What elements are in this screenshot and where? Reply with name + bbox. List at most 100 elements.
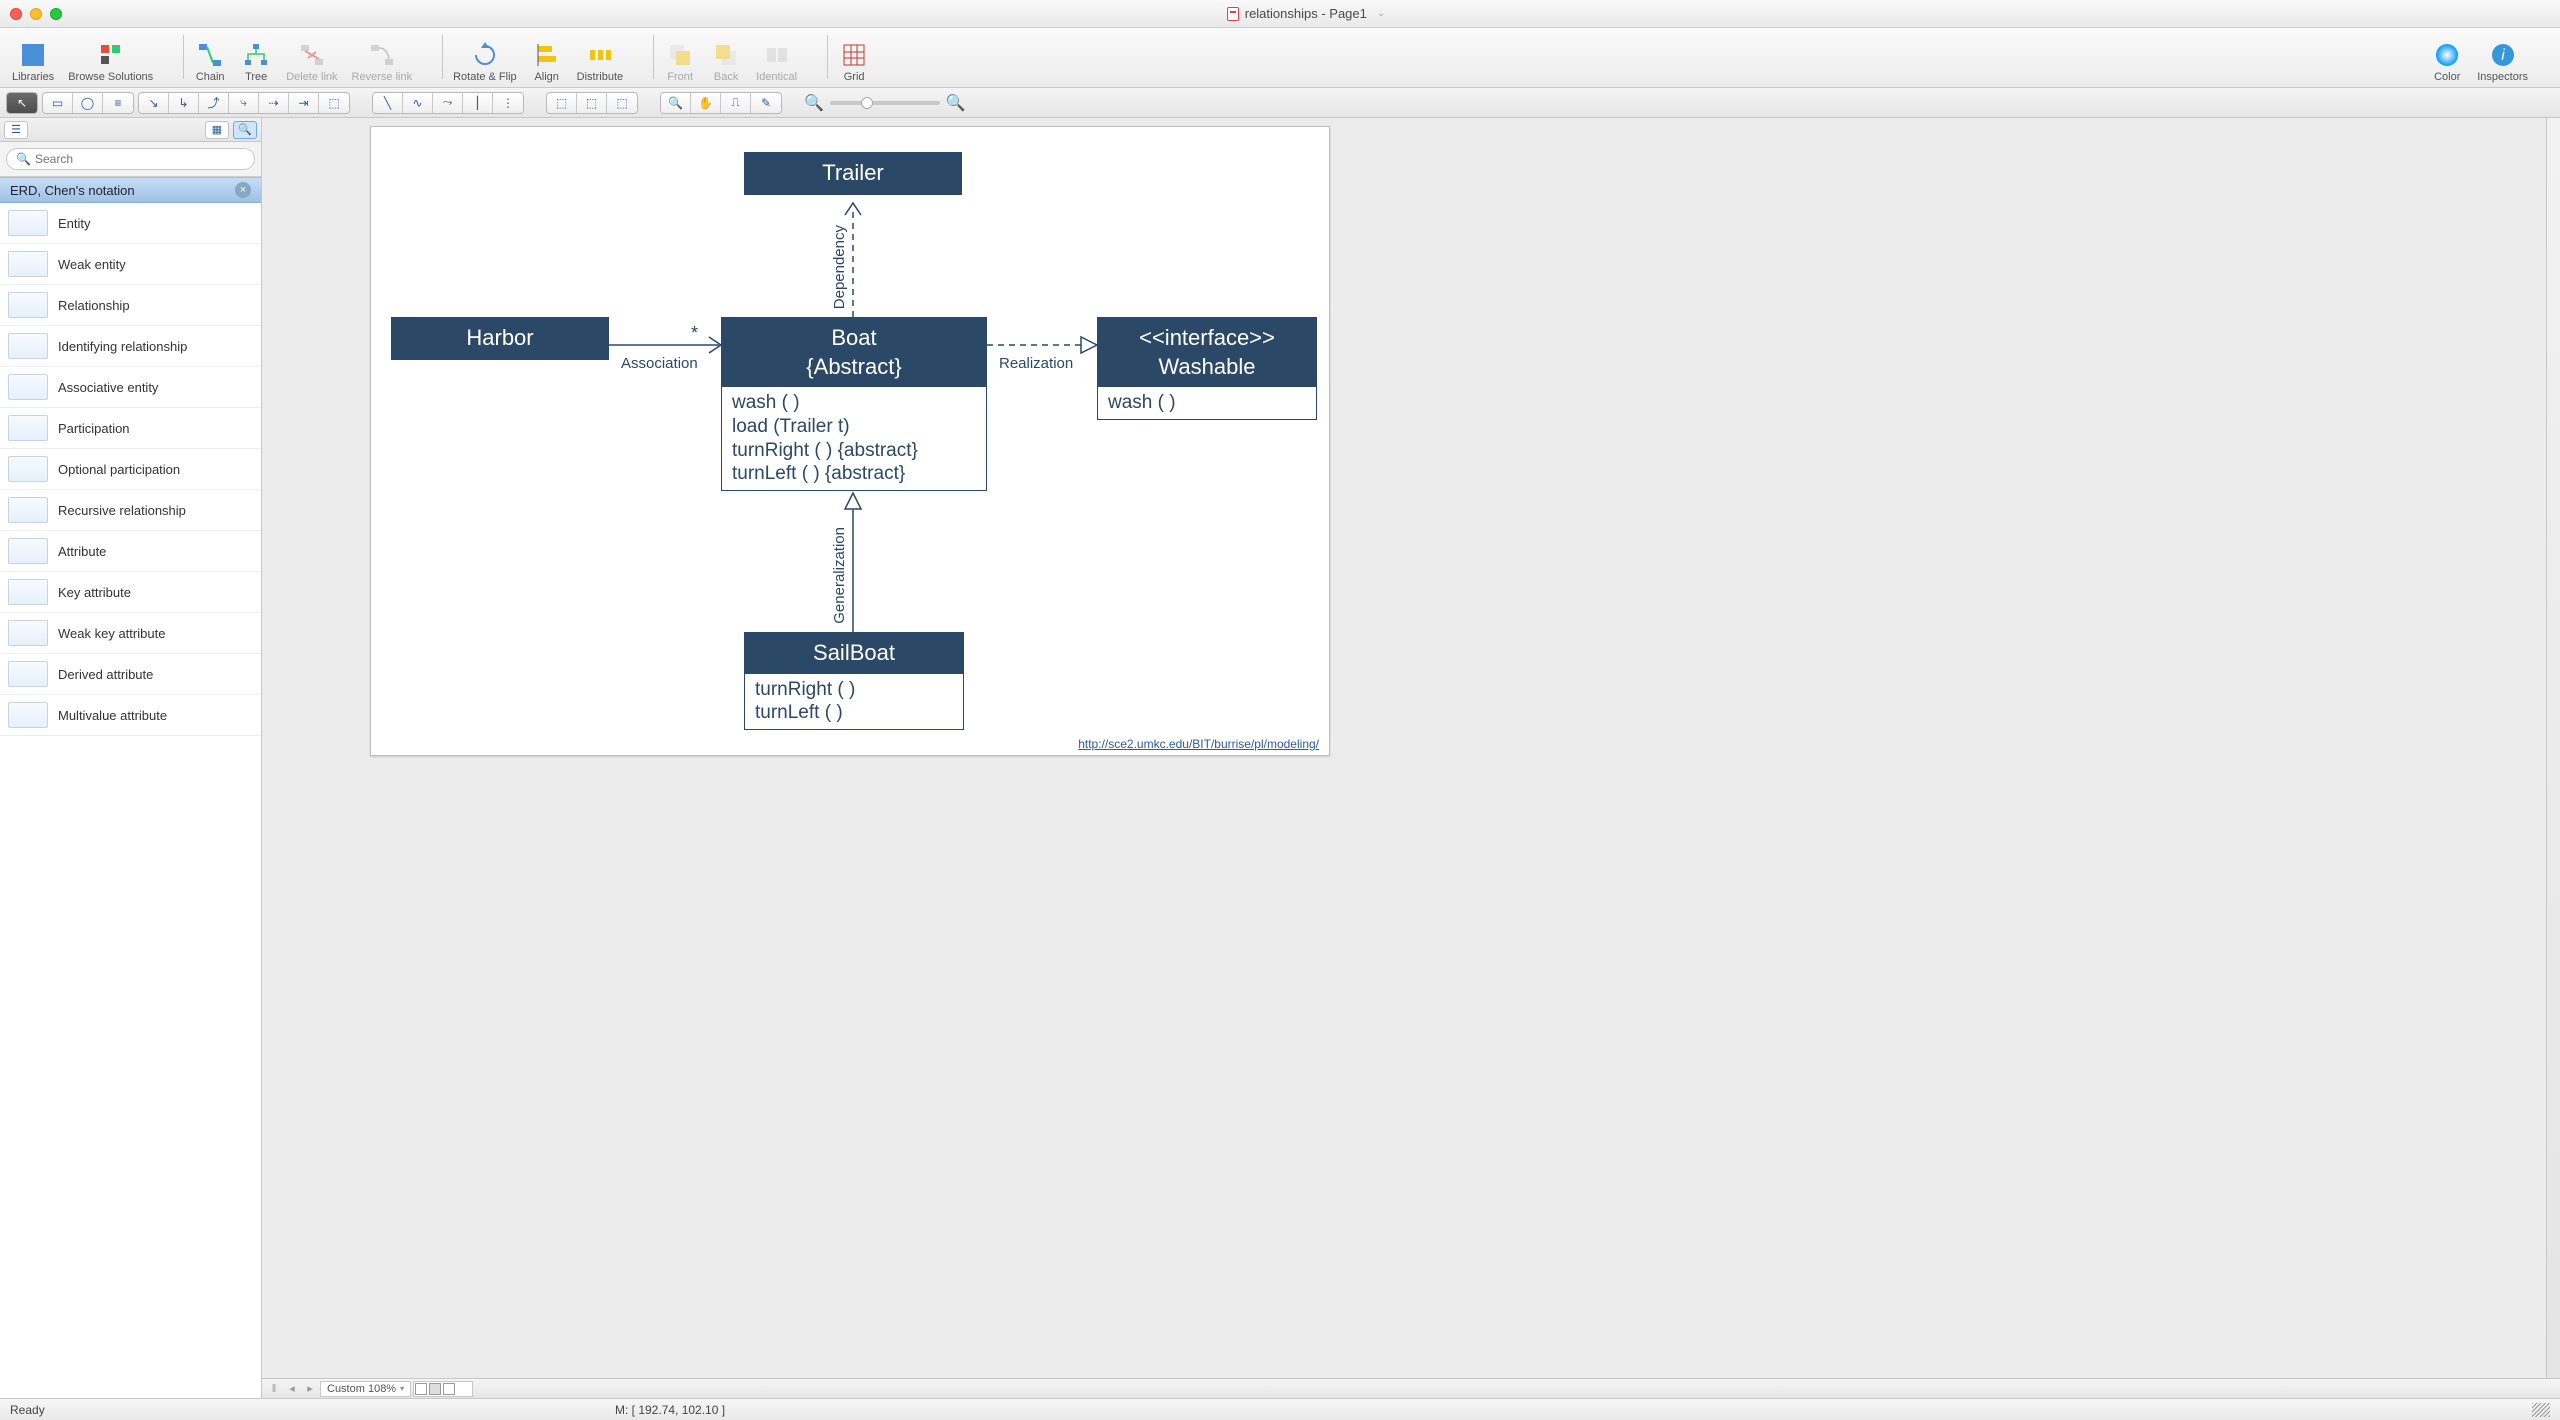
tabs-prev[interactable]: ◂ xyxy=(284,1382,300,1395)
close-section-icon[interactable]: × xyxy=(235,182,251,198)
library-item-label: Entity xyxy=(58,216,91,231)
zoom-in-icon[interactable]: 🔍 xyxy=(946,93,966,113)
toolbar-color-button[interactable]: Color xyxy=(2427,40,2467,87)
toolbar-label: Inspectors xyxy=(2477,71,2528,83)
uml-title: Harbor xyxy=(392,318,608,359)
library-item[interactable]: Attribute xyxy=(0,531,261,572)
edit-tool-2[interactable]: ⬚ xyxy=(577,93,607,113)
zoom-icon[interactable] xyxy=(50,8,62,20)
edit-tool-1[interactable]: ⬚ xyxy=(547,93,577,113)
library-item[interactable]: Weak key attribute xyxy=(0,613,261,654)
shape-thumbnail-icon xyxy=(8,415,48,441)
toolbar-distr-button[interactable]: Distribute xyxy=(573,40,627,87)
toolbar-label: Grid xyxy=(844,71,865,83)
back-icon xyxy=(713,42,739,68)
library-item[interactable]: Relationship xyxy=(0,285,261,326)
toolbar-ident-button: Identical xyxy=(752,40,801,87)
uml-class-sailboat[interactable]: SailBoat turnRight ( )turnLeft ( ) xyxy=(744,632,964,730)
sidebar-search-toggle[interactable]: 🔍 xyxy=(233,121,257,139)
uml-interface-washable[interactable]: <<interface>> Washable wash ( ) xyxy=(1097,317,1317,420)
stamp-tool[interactable]: ⎍ xyxy=(721,93,751,113)
toolbar-browse-button[interactable]: Browse Solutions xyxy=(64,40,157,87)
library-item[interactable]: Associative entity xyxy=(0,367,261,408)
uml-method: turnRight ( ) xyxy=(755,678,953,702)
uml-methods: wash ( )load (Trailer t)turnRight ( ) {a… xyxy=(722,387,986,490)
library-section-header[interactable]: ERD, Chen's notation × xyxy=(0,177,261,203)
zoom-slider[interactable]: 🔍 🔍 xyxy=(804,93,966,113)
toolbar-label: Back xyxy=(714,71,738,83)
connector-tool-2[interactable]: ↳ xyxy=(169,93,199,113)
source-link[interactable]: http://sce2.umkc.edu/BIT/burrise/pl/mode… xyxy=(1078,737,1319,751)
label-realization: Realization xyxy=(999,355,1073,372)
rect-tool[interactable]: ▭ xyxy=(43,93,73,113)
toolbar-chain-button[interactable]: Chain xyxy=(190,40,230,87)
eyedropper-tool[interactable]: ✎ xyxy=(751,93,781,113)
toolbar-label: Color xyxy=(2434,71,2460,83)
line-tool-2[interactable]: ∿ xyxy=(403,93,433,113)
toolbar-roflip-button[interactable]: Rotate & Flip xyxy=(449,40,521,87)
uml-class-boat[interactable]: Boat {Abstract} wash ( )load (Trailer t)… xyxy=(721,317,987,491)
uml-title: Trailer xyxy=(745,153,961,194)
magnify-tool[interactable]: 🔍 xyxy=(661,93,691,113)
library-item[interactable]: Optional participation xyxy=(0,449,261,490)
page-thumbnails[interactable] xyxy=(413,1381,473,1397)
uml-title: SailBoat xyxy=(745,633,963,674)
sidebar-list-view[interactable]: ☰ xyxy=(4,121,28,139)
library-item[interactable]: Entity xyxy=(0,203,261,244)
resize-grip-icon[interactable] xyxy=(2532,1403,2550,1417)
uml-class-harbor[interactable]: Harbor xyxy=(391,317,609,360)
document-icon xyxy=(1227,7,1239,21)
text-tool[interactable]: ≡ xyxy=(103,93,133,113)
chevron-down-icon[interactable]: ⌄ xyxy=(1377,8,1385,19)
canvas-scroll[interactable]: Trailer Harbor Boat {Abstract} wash ( )l… xyxy=(262,118,2560,1378)
pointer-tool[interactable]: ↖ xyxy=(7,93,37,113)
library-item[interactable]: Identifying relationship xyxy=(0,326,261,367)
toolbar-rlink-button: Reverse link xyxy=(348,40,417,87)
hand-tool[interactable]: ✋ xyxy=(691,93,721,113)
connector-tool-6[interactable]: ⇥ xyxy=(289,93,319,113)
library-item[interactable]: Multivalue attribute xyxy=(0,695,261,736)
toolbar-label: Delete link xyxy=(286,71,337,83)
zoom-readout[interactable]: Custom 108% ▾ xyxy=(320,1381,411,1397)
color-icon xyxy=(2434,42,2460,68)
library-search-input[interactable] xyxy=(6,148,255,170)
line-tool-3[interactable]: ⤳ xyxy=(433,93,463,113)
connector-tool-3[interactable]: ⤴ xyxy=(199,93,229,113)
toolbar-label: Align xyxy=(534,71,558,83)
connector-tool-4[interactable]: ⤷ xyxy=(229,93,259,113)
connector-tool-5[interactable]: ⇢ xyxy=(259,93,289,113)
minimize-icon[interactable] xyxy=(30,8,42,20)
library-item-label: Weak entity xyxy=(58,257,126,272)
roflip-icon xyxy=(472,42,498,68)
diagram-page[interactable]: Trailer Harbor Boat {Abstract} wash ( )l… xyxy=(370,126,1330,756)
toolbar-insp-button[interactable]: i Inspectors xyxy=(2473,40,2532,87)
uml-method: turnLeft ( ) {abstract} xyxy=(732,462,976,486)
line-tool-1[interactable]: ╲ xyxy=(373,93,403,113)
edit-tool-3[interactable]: ⬚ xyxy=(607,93,637,113)
library-item[interactable]: Derived attribute xyxy=(0,654,261,695)
tabs-next[interactable]: ▸ xyxy=(302,1382,318,1395)
uml-method: wash ( ) xyxy=(1108,391,1306,415)
connector-tool-1[interactable]: ↘ xyxy=(139,93,169,113)
line-tool-5[interactable]: ⋮ xyxy=(493,93,523,113)
ellipse-tool[interactable]: ◯ xyxy=(73,93,103,113)
library-item-label: Key attribute xyxy=(58,585,131,600)
library-item[interactable]: Weak entity xyxy=(0,244,261,285)
tabs-scroll-handle[interactable]: ‖ xyxy=(266,1383,282,1395)
close-icon[interactable] xyxy=(10,8,22,20)
toolbar-libraries-button[interactable]: Libraries xyxy=(8,40,58,87)
library-item[interactable]: Key attribute xyxy=(0,572,261,613)
svg-text:i: i xyxy=(2501,47,2505,64)
toolbar-tree-button[interactable]: Tree xyxy=(236,40,276,87)
zoom-out-icon[interactable]: 🔍 xyxy=(804,93,824,113)
library-item[interactable]: Participation xyxy=(0,408,261,449)
line-tool-4[interactable]: ⎮ xyxy=(463,93,493,113)
zoom-label: Custom 108% xyxy=(327,1383,396,1395)
toolbar-grid-button[interactable]: Grid xyxy=(834,40,874,87)
sidebar-grid-view[interactable]: ▦ xyxy=(205,121,229,139)
toolbar-align-button[interactable]: Align xyxy=(527,40,567,87)
uml-class-trailer[interactable]: Trailer xyxy=(744,152,962,195)
connector-tool-7[interactable]: ⬚ xyxy=(319,93,349,113)
status-bar: Ready M: [ 192.74, 102.10 ] xyxy=(0,1398,2560,1420)
library-item[interactable]: Recursive relationship xyxy=(0,490,261,531)
